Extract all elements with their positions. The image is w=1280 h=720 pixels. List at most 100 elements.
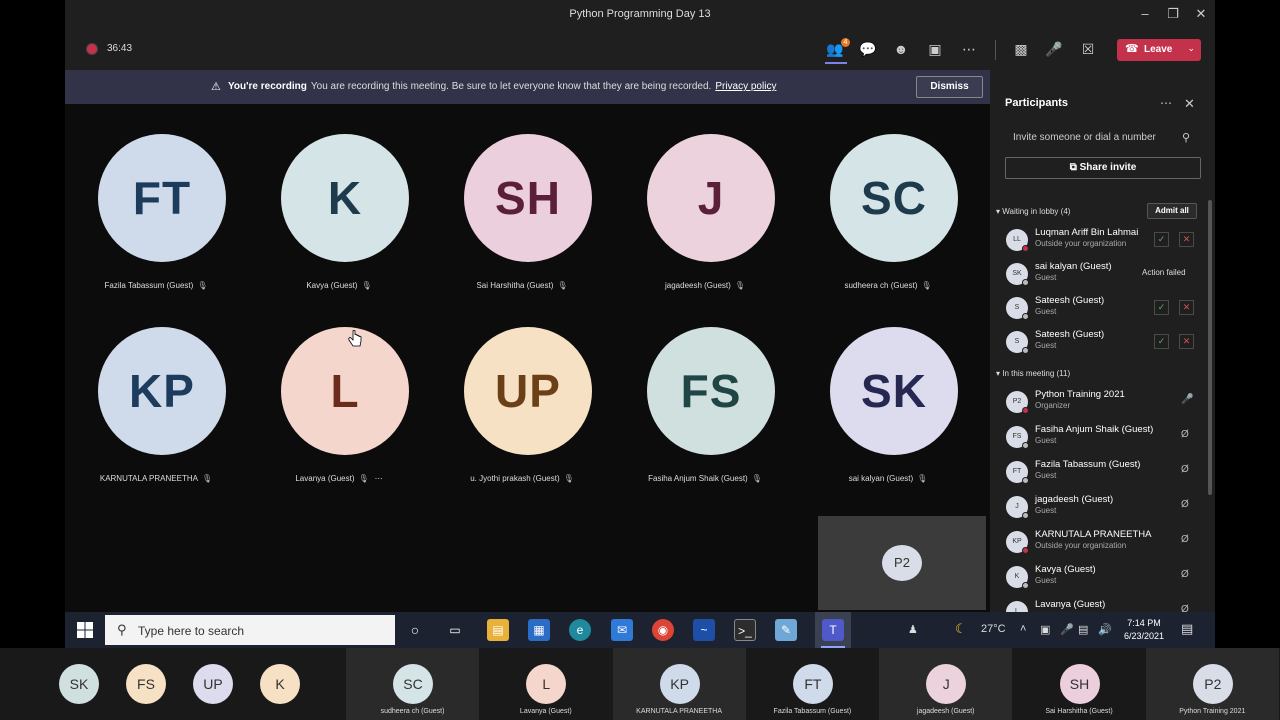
- weather-icon[interactable]: ☾: [955, 621, 967, 637]
- microphone-icon[interactable]: 🎤: [1044, 40, 1064, 58]
- lobby-section-header[interactable]: ▾ Waiting in lobby (4): [996, 207, 1070, 216]
- terminal-icon[interactable]: >_: [734, 619, 756, 641]
- participant-tile[interactable]: KP KARNUTALA PRANEETHA 🎙: [66, 327, 246, 497]
- mic-off-icon: 🎙: [197, 281, 208, 290]
- participant-tile[interactable]: K Kavya (Guest) 🎙: [249, 134, 429, 304]
- minimize-icon[interactable]: –: [1133, 4, 1157, 24]
- microsoft-store-icon[interactable]: ▦: [528, 619, 550, 641]
- chrome-icon[interactable]: ◉: [652, 619, 674, 641]
- participant-tile[interactable]: SC sudheera ch (Guest) 🎙: [798, 134, 978, 304]
- close-icon[interactable]: ✕: [1184, 96, 1195, 112]
- meeting-participant-row[interactable]: FT Fazila Tabassum (Guest) Guest Ø: [1004, 458, 1204, 488]
- participant-avatar: KP: [98, 327, 226, 455]
- more-options-icon[interactable]: ⋯: [375, 474, 383, 483]
- thumbnail-name: Fazila Tabassum (Guest): [773, 708, 852, 715]
- reactions-icon[interactable]: ☻: [891, 40, 911, 58]
- self-view[interactable]: P2: [818, 516, 986, 610]
- status-dot: [1022, 442, 1029, 449]
- participant-tile[interactable]: SH Sai Harshitha (Guest) 🎙: [432, 134, 612, 304]
- close-icon[interactable]: ✕: [1189, 4, 1213, 24]
- participant-thumbnail[interactable]: Jjagadeesh (Guest): [879, 648, 1013, 720]
- participant-tile[interactable]: FS Fasiha Anjum Shaik (Guest) 🎙: [615, 327, 795, 497]
- teams-icon: T: [822, 619, 844, 641]
- taskbar-search-input[interactable]: ⚲ Type here to search: [105, 615, 395, 645]
- meeting-participant-row[interactable]: KP KARNUTALA PRANEETHA Outside your organi…: [1004, 528, 1204, 558]
- mic-off-icon: Ø: [1181, 429, 1189, 440]
- participant-tile[interactable]: FT Fazila Tabassum (Guest) 🎙: [66, 134, 246, 304]
- lobby-participant-row[interactable]: SK sai kalyan (Guest) Guest Action failed: [1004, 260, 1204, 290]
- privacy-policy-link[interactable]: Privacy policy: [715, 81, 776, 92]
- file-explorer-icon[interactable]: ▤: [487, 619, 509, 641]
- network-icon[interactable]: ▤: [1078, 623, 1088, 636]
- people-tray-icon[interactable]: ♟: [908, 623, 918, 636]
- deny-icon[interactable]: ✕: [1179, 232, 1194, 247]
- participant-thumbnail[interactable]: SK: [46, 648, 113, 720]
- thumbnail-name: Python Training 2021: [1179, 708, 1246, 715]
- edge-icon[interactable]: e: [569, 619, 591, 641]
- hand-cursor-icon: [348, 330, 362, 347]
- camera-tray-icon[interactable]: ▣: [1040, 623, 1050, 636]
- temperature-label[interactable]: 27°C: [981, 623, 1006, 635]
- participant-role: Guest: [1035, 576, 1057, 585]
- leave-button[interactable]: ☎ Leave ⌄: [1117, 39, 1201, 61]
- microphone-tray-icon[interactable]: 🎤: [1060, 623, 1074, 636]
- chevron-down-icon[interactable]: ⌄: [1187, 43, 1195, 54]
- meeting-participant-row[interactable]: FS Fasiha Anjum Shaik (Guest) Guest Ø: [1004, 423, 1204, 453]
- restore-icon[interactable]: ❐: [1161, 4, 1185, 24]
- admit-all-button[interactable]: Admit all: [1147, 203, 1197, 219]
- invite-input[interactable]: Invite someone or dial a number: [1013, 132, 1156, 143]
- participant-thumbnail[interactable]: K: [247, 648, 314, 720]
- participant-thumbnail[interactable]: SH Sai Harshitha (Guest): [1013, 648, 1146, 720]
- lobby-participant-row[interactable]: S Sateesh (Guest) Guest ✓ ✕: [1004, 294, 1204, 324]
- participant-thumbnail[interactable]: FT Fazila Tabassum (Guest): [746, 648, 879, 720]
- meeting-toolbar: 36:43 👥 4 💬 ☻ ▣ ⋯ ▩ 🎤 ☒ ☎ Leave ⌄: [65, 28, 1215, 70]
- thumbnail-avatar: J: [926, 664, 967, 704]
- participant-tile[interactable]: Jjagadeesh (Guest) 🎙: [615, 134, 795, 304]
- participant-tile[interactable]: SK sai kalyan (Guest) 🎙: [798, 327, 978, 497]
- meeting-participant-row[interactable]: P2 Python Training 2021 Organizer 🎤: [1004, 388, 1204, 418]
- volume-icon[interactable]: 🔊: [1098, 623, 1112, 636]
- more-options-icon[interactable]: ⋯: [1160, 96, 1172, 110]
- participant-thumbnail[interactable]: UP: [180, 648, 247, 720]
- meeting-section-header[interactable]: ▾ In this meeting (11): [996, 369, 1070, 378]
- task-view-icon[interactable]: ▭: [444, 619, 466, 641]
- whiteboard-icon[interactable]: ~: [693, 619, 715, 641]
- participant-thumbnail[interactable]: KP KARNUTALA PRANEETHA: [612, 648, 746, 720]
- notification-icon[interactable]: ▤: [1181, 621, 1193, 637]
- system-clock[interactable]: 7:14 PM 6/23/2021: [1122, 617, 1166, 643]
- admit-icon[interactable]: ✓: [1154, 232, 1169, 247]
- teams-taskbar-button[interactable]: T: [815, 612, 851, 648]
- rooms-icon[interactable]: ▣: [925, 40, 945, 58]
- panel-title: Participants: [1005, 97, 1068, 109]
- participant-tile[interactable]: UP u. Jyothi prakash (Guest) 🎙: [432, 327, 612, 497]
- notepad-icon[interactable]: ✎: [775, 619, 797, 641]
- share-tray-icon[interactable]: ☒: [1078, 40, 1098, 58]
- meeting-participant-row[interactable]: L Lavanya (Guest) Ø: [1004, 598, 1204, 612]
- chat-icon[interactable]: 💬: [858, 40, 878, 58]
- admit-icon[interactable]: ✓: [1154, 300, 1169, 315]
- admit-icon[interactable]: ✓: [1154, 334, 1169, 349]
- participant-role: Guest: [1035, 341, 1057, 350]
- meeting-participant-row[interactable]: K Kavya (Guest) Guest Ø: [1004, 563, 1204, 593]
- deny-icon[interactable]: ✕: [1179, 300, 1194, 315]
- participant-tile[interactable]: L Lavanya (Guest) 🎙 ⋯: [249, 327, 429, 497]
- lobby-participant-row[interactable]: LL Luqman Ariff Bin Lahmai Outside your or…: [1004, 226, 1204, 256]
- participant-thumbnail[interactable]: SC sudheera ch (Guest): [346, 648, 479, 720]
- dismiss-button[interactable]: Dismiss: [916, 76, 983, 98]
- participant-thumbnail[interactable]: P2 Python Training 2021: [1145, 648, 1279, 720]
- avatar-initials: KP: [1012, 538, 1022, 545]
- camera-off-icon[interactable]: ▩: [1011, 40, 1031, 58]
- meeting-participant-row[interactable]: Jjagadeesh (Guest) Guest Ø: [1004, 493, 1204, 523]
- more-actions-icon[interactable]: ⋯: [959, 40, 979, 58]
- participant-thumbnail[interactable]: FS: [113, 648, 180, 720]
- windows-start-icon[interactable]: [77, 622, 93, 638]
- deny-icon[interactable]: ✕: [1179, 334, 1194, 349]
- chevron-up-icon[interactable]: ˄: [1020, 623, 1026, 635]
- panel-scrollbar[interactable]: [1208, 200, 1212, 495]
- share-invite-button[interactable]: ⧉ Share invite: [1005, 157, 1201, 179]
- lobby-participant-row[interactable]: S Sateesh (Guest) Guest ✓ ✕: [1004, 328, 1204, 358]
- mail-icon[interactable]: ✉: [611, 619, 633, 641]
- cortana-icon[interactable]: ○: [404, 619, 426, 641]
- search-icon[interactable]: ⚲: [1182, 131, 1190, 144]
- participant-thumbnail[interactable]: L Lavanya (Guest): [479, 648, 612, 720]
